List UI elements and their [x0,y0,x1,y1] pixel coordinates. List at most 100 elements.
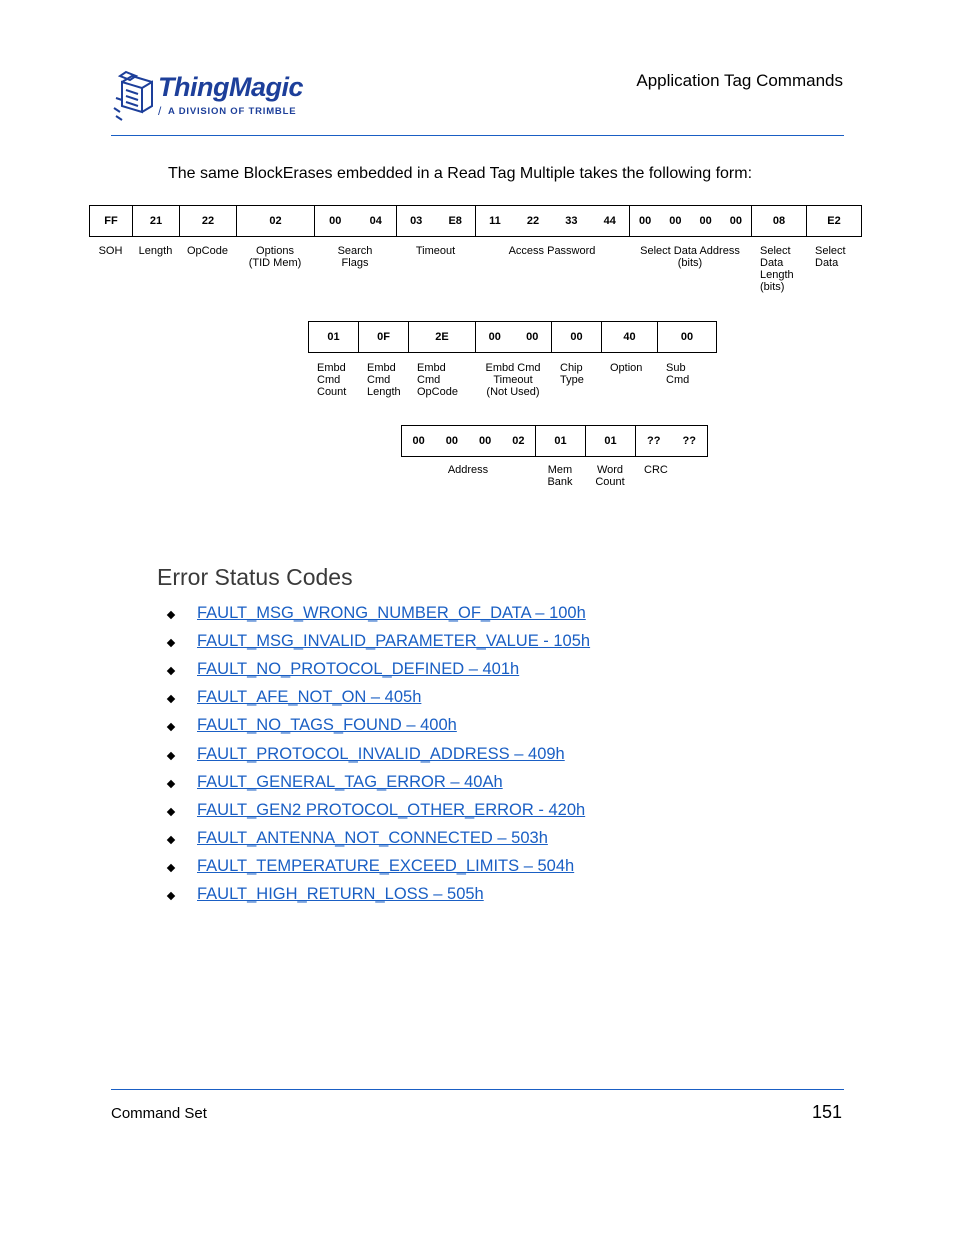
byte-value: 11 [489,215,501,227]
field-label: Option [610,362,643,374]
diamond-bullet-icon [166,695,176,704]
byte-value: ?? [647,435,661,447]
byte-value: 01 [327,331,340,343]
byte-value: 00 [445,435,458,447]
error-code-link[interactable]: FAULT_ANTENNA_NOT_CONNECTED – 503h [197,829,548,848]
byte-value: E8 [448,215,462,227]
diamond-bullet-icon [166,807,176,816]
packet-box: 01 0F 2E 00 00 00 40 00 [308,321,717,353]
byte-value: 44 [603,215,616,227]
byte-value: 03 [410,215,423,227]
error-code-link[interactable]: FAULT_GENERAL_TAG_ERROR – 40Ah [197,773,503,792]
diamond-bullet-icon [166,723,176,732]
diamond-bullet-icon [166,610,176,620]
byte-value: 01 [604,435,617,447]
diamond-bullet-icon [166,751,176,760]
byte-value: E2 [827,215,841,227]
packet-field: 03 E8 [397,206,476,236]
packet-field: 2E [409,322,476,352]
packet-field: 00 [552,322,602,352]
diamond-bullet-icon [166,863,176,873]
field-label: Sub Cmd [666,362,690,386]
byte-value: 08 [772,215,786,227]
field-label: CRC [644,464,668,476]
error-code-link[interactable]: FAULT_TEMPERATURE_EXCEED_LIMITS – 504h [197,857,574,876]
packet-field: 01 [536,426,586,456]
field-label: Select Data Length (bits) [760,245,794,293]
field-label: Select Data [815,245,846,269]
field-label: Options (TID Mem) [248,245,302,269]
thingmagic-logo: ThingMagic / A DIVISION OF TRIMBLE [112,68,312,124]
packet-field: 00 04 [315,206,397,236]
byte-value: 00 [699,215,712,227]
diamond-bullet-icon [166,835,176,845]
packet-field: E2 [807,206,861,236]
logo-cube-icon [113,70,153,121]
packet-field: 00 [658,322,716,352]
byte-value: 02 [269,215,282,227]
field-label: Select Data Address (bits) [640,245,740,269]
byte-value: 00 [479,435,492,447]
packet-field: 01 [586,426,636,456]
logo-slash: / [158,104,162,118]
packet-field: 02 [237,206,315,236]
byte-value: 04 [369,215,382,227]
error-code-link[interactable]: FAULT_GEN2 PROTOCOL_OTHER_ERROR - 420h [197,801,585,820]
error-code-link[interactable]: FAULT_NO_PROTOCOL_DEFINED – 401h [197,660,519,679]
packet-box: FF 21 22 02 00 04 03 E8 11 22 33 44 00 00 00 00 08 E2 [89,205,862,237]
error-code-link[interactable]: FAULT_HIGH_RETURN_LOSS – 505h [197,885,484,904]
byte-value: 00 [639,215,652,227]
diamond-bullet-icon [166,638,176,648]
byte-value: 00 [680,331,694,343]
packet-box: 00 00 00 02 01 01???? [401,425,708,457]
packet-field: 00 00 00 02 [402,426,536,456]
byte-value: 22 [201,215,215,227]
field-label: Chip Type [560,362,584,386]
packet-field: 0F [359,322,409,352]
packet-field: FF [90,206,133,236]
byte-value: 00 [526,331,539,343]
byte-value: 00 [570,331,583,343]
byte-value: 02 [512,435,525,447]
page-number: 151 [811,1102,842,1122]
byte-value: 01 [554,435,567,447]
byte-value: ?? [682,435,696,447]
field-label: SOH [98,245,123,257]
byte-value: 21 [149,215,163,227]
footer-rule [111,1089,844,1090]
field-label: Access Password [508,245,596,257]
byte-value: 00 [729,215,742,227]
field-label: Address [447,464,489,476]
byte-value: 00 [669,215,682,227]
byte-value: 00 [488,331,501,343]
packet-field: 22 [180,206,237,236]
section-heading: Error Status Codes [157,564,353,590]
logo-wordmark: ThingMagic [158,72,304,102]
logo-tagline: A DIVISION OF TRIMBLE [168,106,297,117]
diamond-bullet-icon [166,779,176,788]
field-label: Timeout [415,245,456,257]
field-label: Length [138,245,173,257]
packet-field: ???? [636,426,707,456]
packet-field: 00 00 00 00 [630,206,752,236]
field-label: Search Flags [337,245,373,269]
error-code-link[interactable]: FAULT_MSG_WRONG_NUMBER_OF_DATA – 100h [197,604,586,623]
packet-field: 08 [752,206,807,236]
packet-field: 21 [133,206,180,236]
footer-chapter: Command Set [111,1105,207,1122]
packet-field: 01 [309,322,359,352]
error-code-link[interactable]: FAULT_NO_TAGS_FOUND – 400h [197,716,457,735]
packet-field: 40 [602,322,658,352]
packet-field: 00 00 [476,322,552,352]
diamond-bullet-icon [166,891,176,901]
byte-value: 00 [412,435,425,447]
byte-value: 33 [565,215,578,227]
packet-field: 11 22 33 44 [476,206,630,236]
error-code-link[interactable]: FAULT_MSG_INVALID_PARAMETER_VALUE - 105h [197,632,590,651]
field-label: Embd Cmd Count [317,362,347,398]
header-rule [111,135,844,136]
byte-value: FF [104,215,118,227]
byte-value: 0F [377,331,390,343]
error-code-link[interactable]: FAULT_PROTOCOL_INVALID_ADDRESS – 409h [197,745,565,764]
error-code-link[interactable]: FAULT_AFE_NOT_ON – 405h [197,688,421,707]
